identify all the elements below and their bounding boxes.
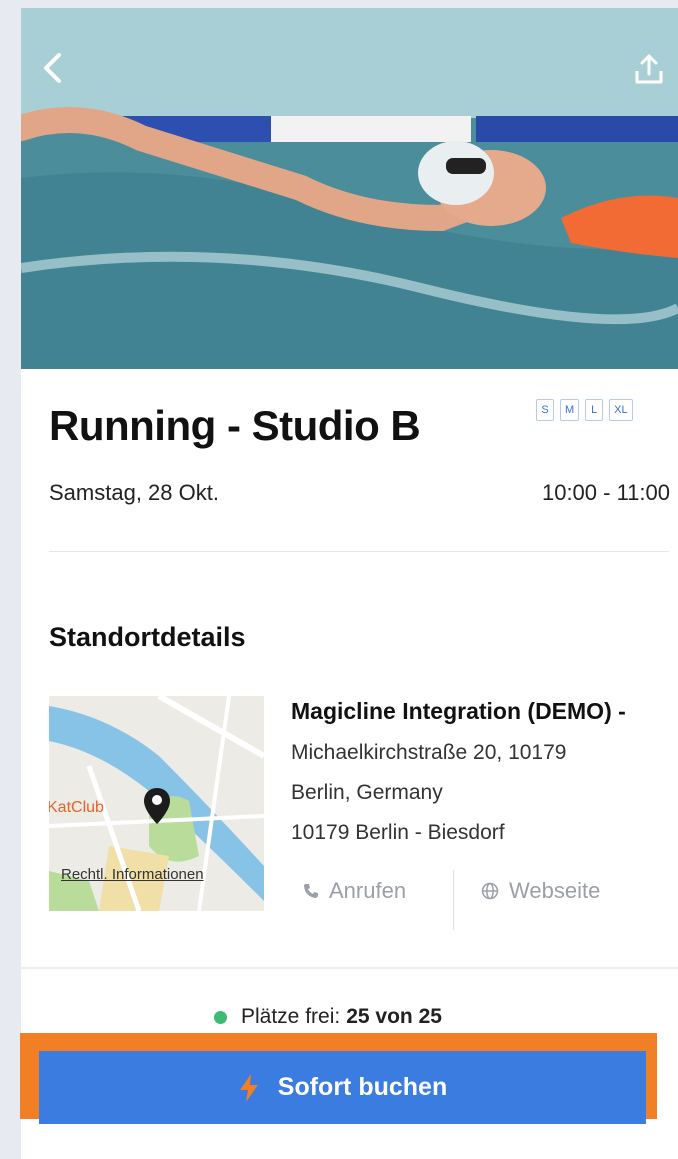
call-button[interactable]: Anrufen (303, 878, 406, 904)
map-legal-link[interactable]: Rechtl. Informationen (61, 866, 204, 883)
phone-icon (304, 884, 318, 898)
website-button[interactable]: Webseite (481, 878, 600, 904)
location-section-title: Standortdetails (49, 622, 246, 652)
location-map[interactable]: KatClub Rechtl. Informationen (49, 696, 264, 911)
class-detail-card: Running - Studio B S M L XL Samstag, 28 … (21, 8, 678, 1159)
size-badge-s: S (536, 399, 554, 421)
map-pin-icon (144, 788, 170, 824)
share-icon (635, 54, 663, 84)
lightning-icon (239, 1073, 258, 1102)
book-now-label: Sofort buchen (277, 1073, 448, 1101)
location-name: Magicline Integration (DEMO) - (291, 698, 626, 724)
action-separator (453, 870, 454, 930)
location-district: 10179 Berlin - Biesdorf (291, 821, 505, 844)
availability-status-dot (214, 1010, 227, 1024)
size-badges: S M L XL (536, 399, 633, 421)
share-button[interactable] (632, 52, 676, 96)
back-button[interactable] (41, 52, 85, 96)
call-label: Anrufen (329, 878, 407, 903)
availability-value: 25 von 25 (346, 1005, 442, 1028)
class-title: Running - Studio B (49, 402, 421, 449)
class-date: Samstag, 28 Okt. (49, 480, 219, 505)
back-arrow-icon (44, 53, 61, 83)
book-now-button[interactable]: Sofort buchen (39, 1051, 646, 1124)
divider (49, 551, 669, 552)
website-label: Webseite (509, 878, 601, 903)
globe-icon (481, 882, 499, 900)
size-badge-xl: XL (609, 399, 633, 421)
location-city: Berlin, Germany (291, 781, 443, 804)
divider (21, 967, 678, 969)
size-badge-l: L (585, 399, 604, 421)
pool-swimmer-illustration (21, 8, 678, 369)
map-poi-label: KatClub (49, 799, 104, 816)
hero-image (21, 8, 678, 369)
availability-row: Plätze frei: 25 von 25 (214, 1005, 442, 1029)
class-time: 10:00 - 11:00 (541, 480, 670, 505)
availability-label: Plätze frei: (241, 1005, 341, 1028)
location-street: Michaelkirchstraße 20, 10179 (291, 741, 567, 764)
size-badge-m: M (560, 399, 580, 421)
